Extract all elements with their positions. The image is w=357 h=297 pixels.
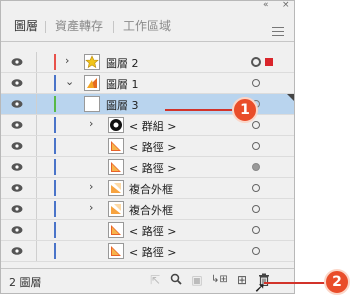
clip-icon[interactable]: ▣ [190,273,204,287]
visibility-eye-icon[interactable] [11,99,23,109]
layer-color-bar [54,159,56,175]
expand-toggle-icon[interactable]: › [89,201,93,214]
visibility-eye-icon[interactable] [11,225,23,235]
layer-color-bar [54,243,56,259]
lock-column-divider[interactable] [36,94,37,114]
panel-tabs: 圖層 資產轉存 工作區域 [1,11,294,42]
target-circle-icon[interactable] [252,163,260,171]
layer-color-bar [54,54,56,70]
selection-square-icon[interactable] [265,58,273,66]
export-icon[interactable]: ⇱ [148,273,162,287]
lock-column-divider[interactable] [36,157,37,177]
callout-line [264,282,326,284]
layer-name[interactable]: < 路徑 > [129,223,176,239]
layer-thumbnail [84,54,100,70]
lock-column-divider[interactable] [36,136,37,156]
layer-thumbnail [84,75,100,91]
tab-asset-export[interactable]: 資產轉存 [55,17,103,35]
layer-thumbnail [108,201,124,217]
expand-toggle-icon[interactable]: › [89,180,93,193]
lock-column-divider[interactable] [36,199,37,219]
search-icon[interactable] [169,273,183,287]
layer-thumbnail [108,180,124,196]
close-icon[interactable]: × [282,0,290,10]
visibility-eye-icon[interactable] [11,120,23,130]
target-circle-icon[interactable] [252,121,260,129]
lock-column-divider[interactable] [36,178,37,198]
layer-name[interactable]: < 群組 > [129,118,176,134]
layer-name[interactable]: < 路徑 > [129,139,176,155]
layer-name[interactable]: 圖層 3 [106,97,139,113]
layer-color-bar [54,117,56,133]
visibility-eye-icon[interactable] [11,141,23,151]
expand-toggle-icon[interactable]: › [65,54,69,67]
visibility-eye-icon[interactable] [11,246,23,256]
layer-row[interactable]: < 路徑 > [1,220,294,241]
layer-thumbnail [84,96,100,112]
target-circle-icon[interactable] [252,205,260,213]
lock-column-divider[interactable] [36,73,37,93]
layer-thumbnail [108,138,124,154]
tab-divider [45,21,46,33]
target-circle-icon[interactable] [252,79,260,87]
layer-row[interactable]: › 複合外框 [1,178,294,199]
layer-thumbnail [108,159,124,175]
layer-row[interactable]: › 圖層 2 [1,52,294,73]
layer-thumbnail [108,117,124,133]
layer-row[interactable]: < 路徑 > [1,136,294,157]
tab-artboards[interactable]: 工作區域 [123,17,171,35]
panel-footer: 2 圖層 ⇱ ▣ ↳⊞ ⊞ [1,268,294,293]
panel-titlebar: « × [1,0,294,11]
layer-thumbnail [108,243,124,259]
layer-color-bar [54,180,56,196]
callout-line [165,109,235,111]
new-layer-icon[interactable]: ⊞ [235,273,249,287]
collapse-icon[interactable]: « [263,0,269,10]
layer-color-bar [54,138,56,154]
layer-name[interactable]: 複合外框 [129,202,173,218]
callout-badge-2: 2 [324,269,350,295]
layer-row[interactable]: < 路徑 > [1,241,294,262]
expand-toggle-icon[interactable]: ⌄ [65,75,74,88]
expand-toggle-icon[interactable]: › [89,117,93,130]
layer-name[interactable]: 圖層 1 [106,76,139,92]
callout-badge-1: 1 [232,97,258,123]
visibility-eye-icon[interactable] [11,162,23,172]
tab-layers[interactable]: 圖層 [14,17,38,35]
visibility-eye-icon[interactable] [11,57,23,67]
lock-column-divider[interactable] [36,115,37,135]
visibility-eye-icon[interactable] [11,183,23,193]
layers-panel: « × 圖層 資產轉存 工作區域 › 圖層 2 ⌄ 圖層 1 圖層 3 › < 群組 > < … [0,0,295,294]
tab-divider [113,21,114,33]
target-circle-icon[interactable] [252,142,260,150]
layer-color-bar [54,222,56,238]
hamburger-icon[interactable] [272,27,284,36]
layer-color-bar [54,201,56,217]
lock-column-divider[interactable] [36,220,37,240]
target-circle-icon[interactable] [252,184,260,192]
layer-count: 2 圖層 [9,276,42,289]
visibility-eye-icon[interactable] [11,204,23,214]
layer-row[interactable]: › 複合外框 [1,199,294,220]
layer-name[interactable]: 複合外框 [129,181,173,197]
visibility-eye-icon[interactable] [11,78,23,88]
layer-color-bar [54,75,56,91]
target-circle-icon[interactable] [252,226,260,234]
layer-name[interactable]: 圖層 2 [106,55,139,71]
layer-row[interactable]: < 路徑 > [1,157,294,178]
lock-column-divider[interactable] [36,52,37,72]
target-circle-icon[interactable] [251,57,261,67]
target-circle-icon[interactable] [252,247,260,255]
layer-name[interactable]: < 路徑 > [129,160,176,176]
layer-thumbnail [108,222,124,238]
new-sublayer-icon[interactable]: ↳⊞ [211,273,228,287]
lock-column-divider[interactable] [36,241,37,261]
layer-row[interactable]: ⌄ 圖層 1 [1,73,294,94]
layer-name[interactable]: < 路徑 > [129,244,176,260]
current-layer-corner-icon [287,94,294,101]
cursor-icon: ➚ [254,280,266,296]
layer-color-bar [54,96,56,112]
